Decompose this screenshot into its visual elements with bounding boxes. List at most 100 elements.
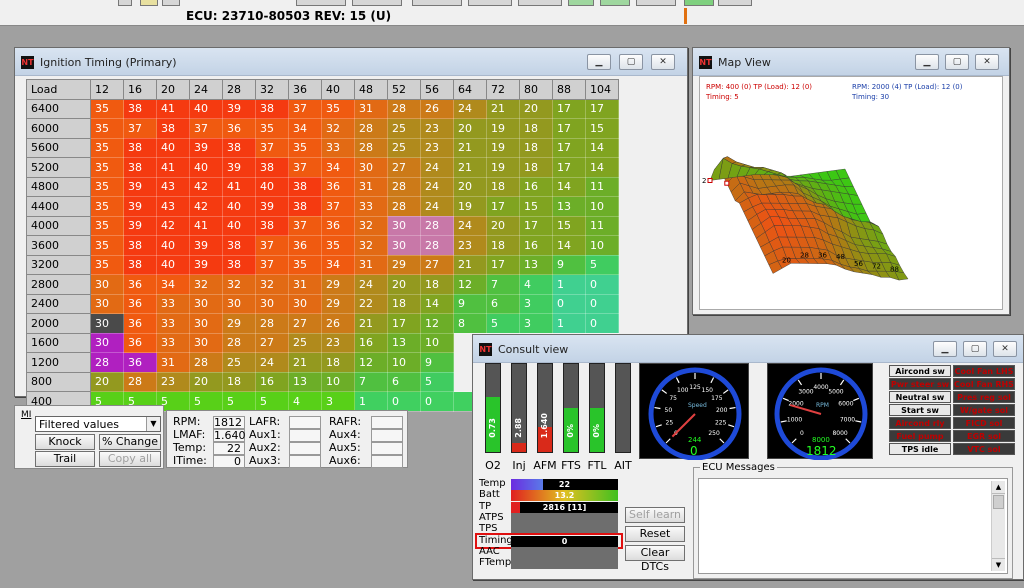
timing-cell[interactable]: 36 [123, 332, 157, 353]
column-header[interactable]: 56 [420, 79, 454, 100]
close-button[interactable]: ✕ [651, 54, 675, 70]
timing-cell[interactable]: 30 [255, 293, 289, 314]
column-header[interactable]: 52 [387, 79, 421, 100]
timing-cell[interactable]: 14 [420, 293, 454, 314]
timing-cell[interactable]: 28 [255, 313, 289, 334]
timing-cell[interactable]: 36 [288, 235, 322, 256]
timing-cell[interactable]: 34 [321, 254, 355, 275]
timing-cell[interactable]: 24 [420, 196, 454, 217]
timing-cell[interactable]: 10 [585, 196, 619, 217]
timing-cell[interactable]: 16 [519, 176, 553, 197]
timing-cell[interactable]: 24 [255, 352, 289, 373]
trail-button[interactable]: Trail [35, 451, 95, 467]
row-header[interactable]: 4000 [26, 215, 91, 236]
row-header[interactable]: 4400 [26, 196, 91, 217]
timing-cell[interactable]: 3 [519, 313, 553, 334]
minimize-button[interactable]: ▁ [915, 54, 939, 70]
timing-cell[interactable]: 39 [255, 196, 289, 217]
column-header[interactable]: 48 [354, 79, 388, 100]
column-header[interactable]: 12 [90, 79, 124, 100]
timing-cell[interactable]: 0 [585, 274, 619, 295]
timing-cell[interactable]: 28 [189, 352, 223, 373]
timing-cell[interactable]: 32 [354, 215, 388, 236]
timing-cell[interactable]: 34 [321, 157, 355, 178]
timing-cell[interactable]: 0 [387, 391, 421, 412]
timing-cell[interactable]: 1 [552, 313, 586, 334]
timing-cell[interactable]: 16 [519, 235, 553, 256]
scroll-down-icon[interactable]: ▼ [992, 558, 1005, 571]
timing-cell[interactable]: 34 [288, 118, 322, 139]
timing-cell[interactable]: 43 [156, 196, 190, 217]
row-header[interactable]: 6000 [26, 118, 91, 139]
column-header[interactable]: 32 [255, 79, 289, 100]
timing-cell[interactable]: 28 [354, 137, 388, 158]
timing-cell[interactable]: 0 [585, 293, 619, 314]
row-header[interactable]: 3600 [26, 235, 91, 256]
timing-cell[interactable]: 33 [354, 196, 388, 217]
timing-cell[interactable]: 24 [453, 215, 487, 236]
column-header[interactable]: 80 [519, 79, 553, 100]
row-header[interactable]: 3200 [26, 254, 91, 275]
timing-cell[interactable]: 37 [255, 235, 289, 256]
timing-cell[interactable]: 38 [255, 215, 289, 236]
timing-cell[interactable]: 7 [486, 274, 520, 295]
timing-cell[interactable]: 38 [123, 235, 157, 256]
timing-cell[interactable]: 20 [453, 176, 487, 197]
minimize-button[interactable]: ▁ [587, 54, 611, 70]
row-header[interactable]: 5200 [26, 157, 91, 178]
timing-cell[interactable]: 33 [156, 313, 190, 334]
timing-cell[interactable]: 18 [519, 118, 553, 139]
timing-cell[interactable]: 17 [552, 98, 586, 119]
timing-cell[interactable]: 13 [519, 254, 553, 275]
toolbar-button[interactable] [718, 0, 752, 6]
timing-cell[interactable]: 38 [222, 235, 256, 256]
timing-cell[interactable]: 36 [123, 313, 157, 334]
timing-cell[interactable]: 10 [387, 352, 421, 373]
scroll-thumb[interactable] [993, 495, 1004, 509]
timing-cell[interactable]: 38 [123, 254, 157, 275]
timing-cell[interactable]: 23 [453, 235, 487, 256]
timing-cell[interactable]: 14 [585, 137, 619, 158]
timing-cell[interactable]: 23 [420, 137, 454, 158]
timing-cell[interactable]: 30 [354, 157, 388, 178]
toolbar-button[interactable] [162, 0, 180, 6]
timing-cell[interactable]: 38 [123, 98, 157, 119]
timing-cell[interactable]: 20 [486, 215, 520, 236]
column-header[interactable]: 16 [123, 79, 157, 100]
timing-cell[interactable]: 37 [288, 157, 322, 178]
timing-cell[interactable]: 30 [387, 235, 421, 256]
timing-cell[interactable]: 35 [90, 157, 124, 178]
timing-cell[interactable]: 3 [519, 293, 553, 314]
timing-cell[interactable]: 25 [222, 352, 256, 373]
timing-cell[interactable]: 36 [321, 176, 355, 197]
timing-cell[interactable]: 30 [189, 313, 223, 334]
timing-cell[interactable]: 40 [222, 196, 256, 217]
timing-cell[interactable]: 38 [156, 118, 190, 139]
timing-cell[interactable]: 32 [189, 274, 223, 295]
toolbar-button[interactable] [352, 0, 402, 6]
timing-cell[interactable]: 20 [189, 371, 223, 392]
timing-cell[interactable]: 39 [123, 215, 157, 236]
toolbar-button[interactable] [684, 0, 714, 6]
timing-cell[interactable]: 37 [255, 254, 289, 275]
timing-cell[interactable]: 35 [288, 254, 322, 275]
row-header[interactable]: 4800 [26, 176, 91, 197]
timing-cell[interactable]: 40 [255, 176, 289, 197]
timing-cell[interactable]: 5 [222, 391, 256, 412]
timing-cell[interactable]: 27 [387, 157, 421, 178]
timing-cell[interactable]: 29 [321, 274, 355, 295]
timing-cell[interactable]: 31 [354, 254, 388, 275]
row-header[interactable]: 6400 [26, 98, 91, 119]
timing-cell[interactable]: 7 [354, 371, 388, 392]
timing-cell[interactable]: 30 [222, 293, 256, 314]
timing-cell[interactable]: 32 [321, 118, 355, 139]
timing-cell[interactable]: 38 [255, 98, 289, 119]
column-header[interactable]: 72 [486, 79, 520, 100]
timing-cell[interactable]: 41 [156, 157, 190, 178]
timing-cell[interactable]: 32 [255, 274, 289, 295]
timing-cell[interactable]: 31 [156, 352, 190, 373]
timing-cell[interactable]: 33 [321, 137, 355, 158]
scroll-up-icon[interactable]: ▲ [992, 481, 1005, 494]
timing-cell[interactable]: 18 [519, 157, 553, 178]
timing-cell[interactable]: 37 [321, 196, 355, 217]
